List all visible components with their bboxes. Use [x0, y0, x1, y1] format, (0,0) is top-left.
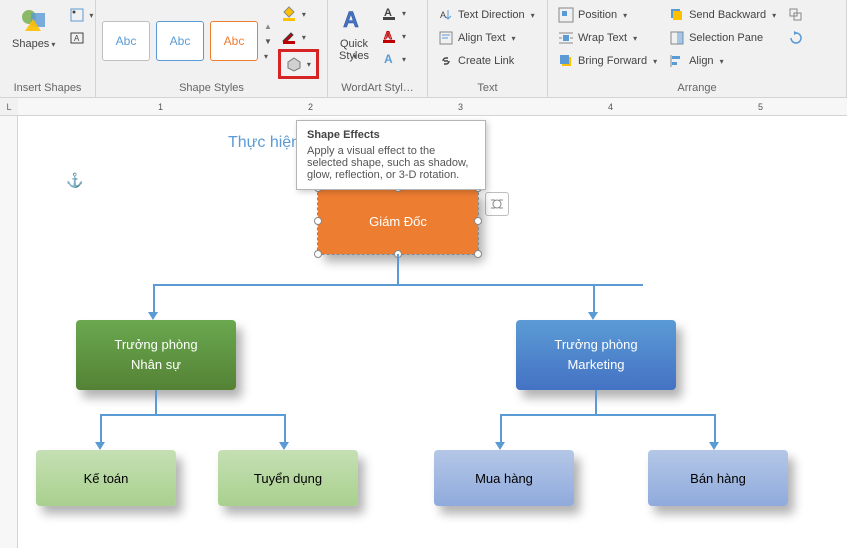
ribbon: Shapes▾ ▾ A Insert Shapes Abc Abc Abc ▲ …	[0, 0, 847, 98]
shapes-icon	[18, 4, 50, 36]
shape-fill-button[interactable]: ▾	[278, 3, 319, 25]
wrap-text-icon	[558, 30, 574, 46]
link-icon	[438, 53, 454, 69]
svg-text:A: A	[440, 10, 446, 20]
shape-effects-highlight: ▾	[278, 49, 319, 79]
align-text-button[interactable]: Align Text▾	[434, 27, 539, 49]
connector	[284, 414, 286, 444]
shape-effects-tooltip: Shape Effects Apply a visual effect to t…	[296, 120, 486, 190]
connector	[153, 284, 643, 286]
shapes-label: Shapes	[12, 38, 49, 50]
svg-text:A: A	[384, 52, 393, 66]
text-outline-button[interactable]: A▾	[378, 25, 409, 47]
connector	[500, 414, 716, 416]
tooltip-title: Shape Effects	[307, 129, 475, 141]
selection-pane-button[interactable]: Selection Pane	[665, 27, 780, 49]
send-backward-button[interactable]: Send Backward▾	[665, 4, 780, 26]
org-node-l2-right[interactable]: Trưởng phòng Marketing	[516, 320, 676, 390]
send-backward-icon	[669, 7, 685, 23]
group-arrange: Position▾ Wrap Text▾ Bring Forward▾ Send…	[548, 0, 847, 97]
connector	[397, 254, 399, 284]
group-wordart-styles: A Quick Styles ▾ A▾ A▾ A▾ WordArt Styl…	[328, 0, 428, 97]
org-node-root[interactable]: Giám Đốc	[318, 188, 478, 254]
text-direction-icon: A	[438, 7, 454, 23]
gallery-more-button[interactable]: ▾	[264, 49, 272, 63]
connector	[153, 284, 155, 314]
group-label-wordart: WordArt Styl…	[332, 80, 423, 97]
org-node-l3-4[interactable]: Bán hàng	[648, 450, 788, 506]
connector	[714, 414, 716, 444]
group-text: AText Direction▾ Align Text▾ Create Link…	[428, 0, 548, 97]
connector	[595, 390, 597, 414]
quick-styles-button[interactable]: A Quick Styles ▾	[332, 2, 376, 63]
layout-options-icon	[489, 196, 505, 212]
connector	[100, 414, 286, 416]
rotate-button[interactable]	[784, 27, 808, 49]
vertical-ruler[interactable]	[0, 116, 18, 548]
connector	[593, 284, 595, 314]
org-node-l2-left[interactable]: Trưởng phòng Nhân sự	[76, 320, 236, 390]
text-direction-button[interactable]: AText Direction▾	[434, 4, 539, 26]
arrow-icon	[95, 442, 105, 450]
group-objects-button[interactable]	[784, 4, 808, 26]
arrow-icon	[148, 312, 158, 320]
outline-icon	[281, 29, 297, 45]
style-thumb-1[interactable]: Abc	[102, 21, 150, 61]
group-label-shape-styles: Shape Styles	[100, 80, 323, 97]
wrap-text-button[interactable]: Wrap Text▾	[554, 27, 661, 49]
bring-forward-button[interactable]: Bring Forward▾	[554, 50, 661, 72]
org-node-l3-2[interactable]: Tuyển dụng	[218, 450, 358, 506]
tooltip-body: Apply a visual effect to the selected sh…	[307, 145, 475, 181]
document-canvas[interactable]: Thực hiện ⚓ Shape Effects Apply a visual…	[18, 116, 847, 548]
style-thumb-3[interactable]: Abc	[210, 21, 258, 61]
gallery-down-button[interactable]: ▼	[264, 34, 272, 48]
shapes-button[interactable]: Shapes▾	[6, 2, 61, 53]
shape-outline-button[interactable]: ▾	[278, 26, 319, 48]
ruler-corner: L	[0, 98, 18, 116]
effects-icon	[286, 56, 302, 72]
arrow-icon	[495, 442, 505, 450]
style-thumb-2[interactable]: Abc	[156, 21, 204, 61]
selection-pane-icon	[669, 30, 685, 46]
org-node-l3-1[interactable]: Kế toán	[36, 450, 176, 506]
text-effects-button[interactable]: A▾	[378, 48, 409, 70]
group-insert-shapes: Shapes▾ ▾ A Insert Shapes	[0, 0, 96, 97]
arrow-icon	[279, 442, 289, 450]
bring-forward-icon	[558, 53, 574, 69]
rotate-icon	[788, 30, 804, 46]
arrow-icon	[709, 442, 719, 450]
position-button[interactable]: Position▾	[554, 4, 661, 26]
position-icon	[558, 7, 574, 23]
edit-shape-button[interactable]: ▾	[67, 4, 96, 26]
quick-styles-icon: A	[338, 4, 370, 36]
align-button[interactable]: Align▾	[665, 50, 780, 72]
shape-style-gallery[interactable]: Abc Abc Abc ▲ ▼ ▾	[100, 15, 274, 67]
group-label-insert-shapes: Insert Shapes	[4, 80, 91, 97]
group-icon	[788, 7, 804, 23]
connector	[155, 390, 157, 414]
align-icon	[669, 53, 685, 69]
page-title: Thực hiện	[228, 134, 300, 152]
horizontal-ruler[interactable]: 1 2 3 4 5	[18, 98, 847, 116]
svg-text:A: A	[343, 7, 359, 32]
text-fill-button[interactable]: A▾	[378, 2, 409, 24]
gallery-up-button[interactable]: ▲	[264, 19, 272, 33]
connector	[100, 414, 102, 444]
connector	[500, 414, 502, 444]
create-link-button[interactable]: Create Link	[434, 50, 539, 72]
group-label-arrange: Arrange	[552, 80, 842, 97]
anchor-icon: ⚓	[66, 172, 83, 189]
shape-effects-button[interactable]: ▾	[283, 53, 314, 75]
draw-textbox-button[interactable]: A	[67, 27, 96, 49]
org-node-l3-3[interactable]: Mua hàng	[434, 450, 574, 506]
group-shape-styles: Abc Abc Abc ▲ ▼ ▾ ▾ ▾ ▾ Shape Styles	[96, 0, 328, 97]
layout-options-button[interactable]	[485, 192, 509, 216]
fill-icon	[281, 6, 297, 22]
svg-text:A: A	[74, 34, 80, 43]
align-text-icon	[438, 30, 454, 46]
group-label-text: Text	[432, 80, 543, 97]
arrow-icon	[588, 312, 598, 320]
